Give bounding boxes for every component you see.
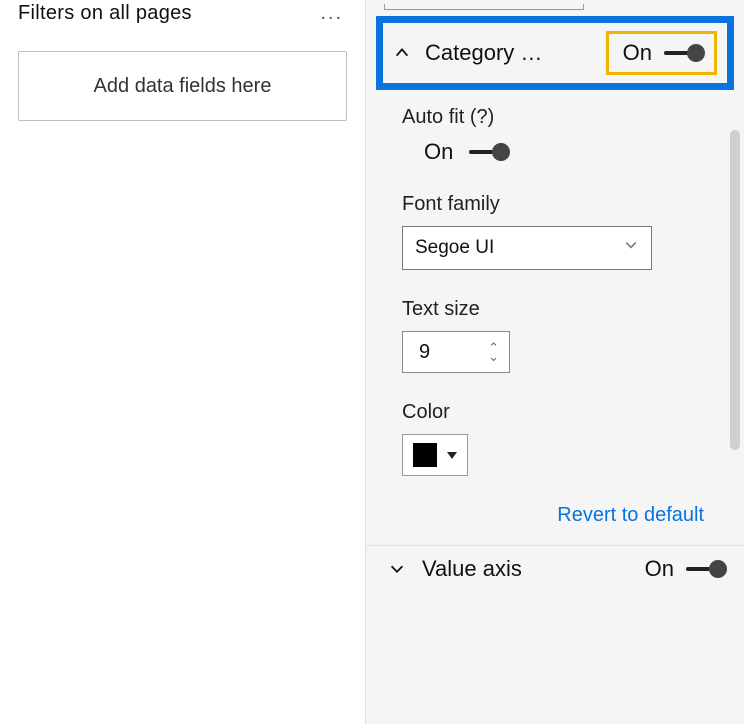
value-axis-toggle[interactable] bbox=[686, 567, 724, 571]
chevron-down-icon bbox=[623, 237, 639, 259]
font-family-value: Segoe UI bbox=[415, 237, 494, 259]
font-family-label: Font family bbox=[402, 193, 708, 216]
value-axis-label: Value axis bbox=[422, 556, 522, 582]
color-swatch bbox=[413, 443, 437, 467]
caret-down-icon bbox=[447, 452, 457, 459]
category-axis-toggle-text: On bbox=[623, 40, 652, 66]
text-size-value: 9 bbox=[419, 341, 430, 364]
scrollbar[interactable] bbox=[730, 130, 740, 450]
color-label: Color bbox=[402, 401, 708, 424]
category-axis-card-highlight: Category … On bbox=[376, 16, 734, 90]
category-axis-toggle-highlight: On bbox=[606, 31, 717, 75]
category-axis-toggle[interactable] bbox=[664, 51, 702, 55]
dropzone-label: Add data fields here bbox=[94, 75, 272, 98]
text-size-label: Text size bbox=[402, 298, 708, 321]
color-section: Color bbox=[366, 401, 744, 504]
text-size-input[interactable]: 9 ⌃ ⌄ bbox=[402, 331, 510, 373]
format-pane: Category … On Auto fit (?) On Font famil… bbox=[366, 0, 744, 724]
value-axis-card[interactable]: Value axis On bbox=[366, 545, 744, 582]
font-family-select[interactable]: Segoe UI bbox=[402, 226, 652, 270]
color-picker[interactable] bbox=[402, 434, 468, 476]
revert-to-default-link[interactable]: Revert to default bbox=[557, 504, 704, 527]
previous-field-bottom bbox=[384, 4, 584, 10]
font-family-section: Font family Segoe UI bbox=[366, 193, 744, 298]
filters-pane: Filters on all pages ... Add data fields… bbox=[0, 0, 366, 724]
value-axis-toggle-text: On bbox=[645, 556, 674, 582]
filters-pane-header: Filters on all pages bbox=[18, 2, 192, 25]
text-size-decrement-icon[interactable]: ⌄ bbox=[488, 352, 499, 361]
autofit-toggle[interactable] bbox=[469, 150, 507, 154]
autofit-section: Auto fit (?) On bbox=[366, 106, 744, 193]
add-data-fields-dropzone[interactable]: Add data fields here bbox=[18, 51, 347, 121]
more-options-icon[interactable]: ... bbox=[316, 2, 347, 25]
autofit-label: Auto fit (?) bbox=[402, 106, 708, 129]
chevron-down-icon[interactable] bbox=[388, 560, 406, 578]
text-size-section: Text size 9 ⌃ ⌄ bbox=[366, 298, 744, 401]
category-axis-label[interactable]: Category … bbox=[425, 40, 542, 66]
chevron-up-icon[interactable] bbox=[393, 44, 411, 62]
autofit-toggle-text: On bbox=[424, 139, 453, 165]
